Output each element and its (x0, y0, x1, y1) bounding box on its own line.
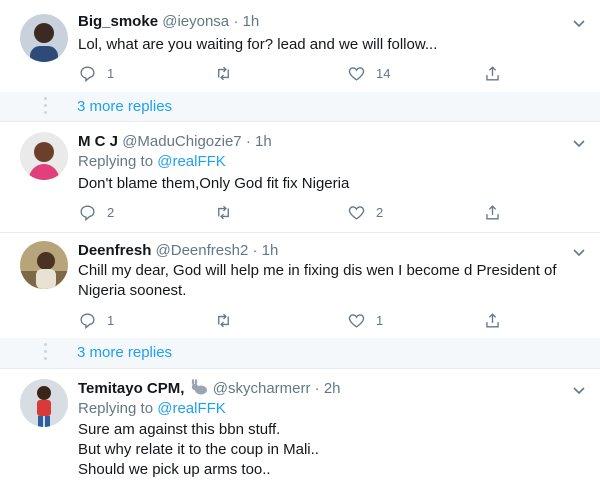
thread-dots (44, 97, 47, 118)
like-count: 14 (376, 65, 391, 81)
share-icon (486, 312, 499, 328)
share-button[interactable] (483, 310, 502, 330)
mention-link[interactable]: @realFFK (157, 400, 226, 417)
like-button[interactable]: 2 (347, 202, 383, 222)
user-handle[interactable]: @MaduChigozie7 (122, 133, 241, 150)
display-name[interactable]: M C J (78, 133, 118, 150)
like-icon (348, 313, 365, 328)
rabbit-emoji-icon (191, 379, 207, 395)
avatar[interactable] (20, 241, 68, 289)
chevron-down-icon[interactable] (570, 381, 588, 399)
reply-button[interactable]: 1 (78, 310, 114, 330)
user-handle[interactable]: @skycharmerr (213, 380, 311, 397)
reply-count: 2 (107, 204, 115, 220)
reply-button[interactable]: 2 (78, 202, 114, 222)
time-separator: · (252, 242, 258, 259)
like-icon (348, 205, 365, 220)
tweet-text: Don't blame them,Only God fit fix Nigeri… (78, 175, 350, 192)
thread-dots (44, 343, 47, 364)
share-button[interactable] (483, 63, 502, 83)
like-button[interactable]: 1 (347, 310, 383, 330)
tweet-mcj[interactable]: M C J @MaduChigozie7 · 1h Replying to @r… (0, 122, 600, 232)
retweet-icon (218, 313, 229, 327)
mention-link[interactable]: @realFFK (157, 153, 226, 170)
display-name[interactable]: Big_smoke (78, 13, 158, 30)
reply-count: 1 (107, 65, 115, 81)
share-button[interactable] (483, 202, 502, 222)
reply-count: 1 (107, 312, 115, 328)
avatar[interactable] (20, 14, 68, 62)
time-separator: · (245, 133, 251, 150)
timestamp[interactable]: 2h (324, 380, 341, 397)
tweet-header: Deenfresh @Deenfresh2 · 1h (78, 241, 278, 261)
more-replies-row[interactable]: 3 more replies (0, 92, 600, 122)
chevron-down-icon[interactable] (570, 243, 588, 261)
replying-to: Replying to @realFFK (78, 152, 226, 172)
tweet-header: Temitayo CPM, @skycharmerr · 2h (78, 379, 341, 399)
chevron-down-icon[interactable] (570, 134, 588, 152)
retweet-button[interactable] (214, 310, 243, 330)
tweet-big-smoke[interactable]: Big_smoke @ieyonsa · 1h Lol, what are yo… (0, 0, 600, 92)
timestamp[interactable]: 1h (243, 13, 260, 30)
display-name[interactable]: Deenfresh (78, 242, 151, 259)
chevron-down-icon[interactable] (570, 14, 588, 32)
timestamp[interactable]: 1h (255, 133, 272, 150)
reply-icon (80, 65, 95, 82)
user-handle[interactable]: @Deenfresh2 (156, 242, 249, 259)
replying-to: Replying to @realFFK (78, 399, 226, 419)
timestamp[interactable]: 1h (262, 242, 279, 259)
tweet-header: Big_smoke @ieyonsa · 1h (78, 12, 259, 32)
retweet-button[interactable] (214, 202, 243, 222)
avatar[interactable] (20, 379, 68, 427)
tweet-text: Chill my dear, God will help me in fixin… (78, 262, 557, 299)
retweet-icon (218, 205, 229, 219)
more-replies-row[interactable]: 3 more replies (0, 338, 600, 368)
display-name[interactable]: Temitayo CPM, (78, 380, 184, 397)
tweet-deenfresh[interactable]: Deenfresh @Deenfresh2 · 1h Chill my dear… (0, 233, 600, 338)
reply-icon (80, 204, 95, 221)
replying-to-label: Replying to (78, 153, 154, 170)
tweet-text: Lol, what are you waiting for? lead and … (78, 36, 438, 53)
like-icon (348, 66, 365, 81)
like-count: 1 (376, 312, 384, 328)
avatar[interactable] (20, 132, 68, 180)
tweet-header: M C J @MaduChigozie7 · 1h (78, 132, 272, 152)
time-separator: · (233, 13, 239, 30)
share-icon (486, 65, 499, 81)
like-count: 2 (376, 204, 384, 220)
tweet-temitayo[interactable]: Temitayo CPM, @skycharmerr · 2h Replying… (0, 369, 600, 488)
share-icon (486, 204, 499, 220)
time-separator: · (314, 380, 320, 397)
show-more-replies-link[interactable]: 3 more replies (77, 97, 172, 117)
retweet-icon (218, 66, 229, 80)
like-button[interactable]: 14 (347, 63, 390, 83)
reply-button[interactable]: 1 (78, 63, 114, 83)
tweet-text: Sure am against this bbn stuff. But why … (78, 421, 319, 478)
reply-icon (80, 312, 95, 329)
show-more-replies-link[interactable]: 3 more replies (77, 343, 172, 363)
replying-to-label: Replying to (78, 400, 154, 417)
retweet-button[interactable] (214, 63, 243, 83)
user-handle[interactable]: @ieyonsa (162, 13, 229, 30)
